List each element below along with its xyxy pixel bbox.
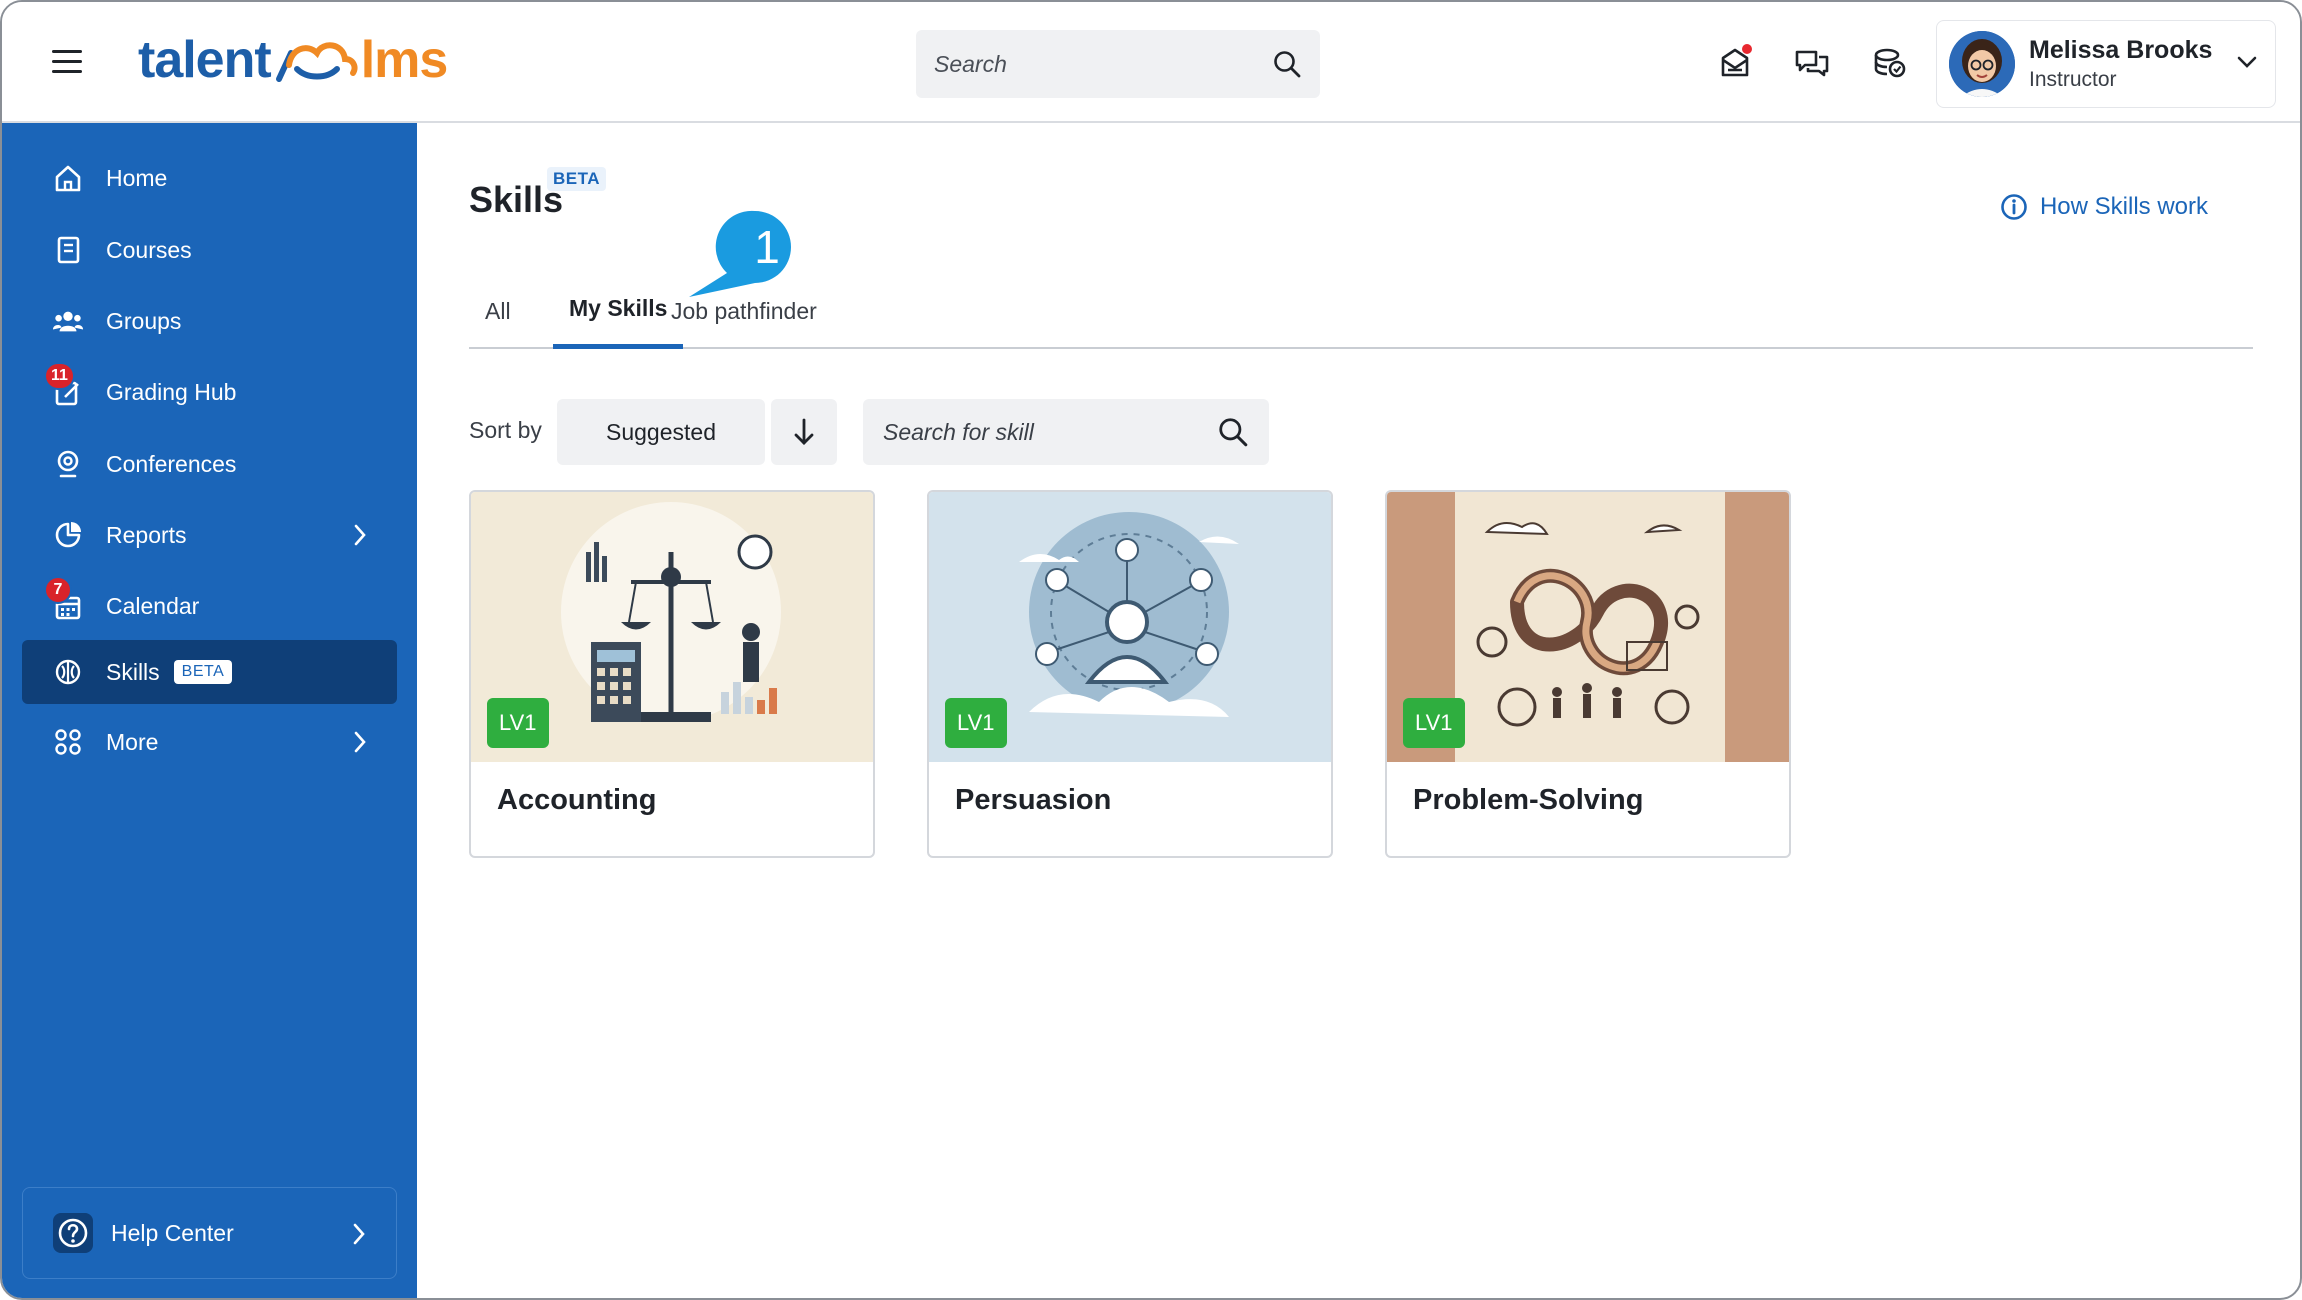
messages-icon[interactable] xyxy=(1794,46,1829,80)
sidebar-item-more[interactable]: More xyxy=(22,710,397,774)
how-link-label: How Skills work xyxy=(2039,193,2208,220)
sidebar: Home Courses Groups 11 Grading Hub Confe… xyxy=(2,123,417,1298)
skill-search-input[interactable] xyxy=(883,418,1217,446)
credits-icon[interactable] xyxy=(1872,46,1906,80)
arrow-down-icon xyxy=(794,418,814,445)
pie-chart-icon xyxy=(52,519,84,551)
user-role: Instructor xyxy=(2029,68,2117,91)
chevron-right-icon xyxy=(353,1223,365,1245)
sidebar-item-calendar[interactable]: 7 Calendar xyxy=(22,574,397,638)
sidebar-item-home[interactable]: Home xyxy=(22,146,397,210)
grading-badge: 11 xyxy=(44,362,75,390)
home-icon xyxy=(52,162,84,194)
sidebar-item-courses[interactable]: Courses xyxy=(22,218,397,282)
callout-number: 1 xyxy=(754,221,780,273)
avatar xyxy=(1949,31,2015,97)
sidebar-item-label: Groups xyxy=(106,307,182,334)
level-badge: LV1 xyxy=(487,698,549,748)
sort-select[interactable]: Suggested xyxy=(557,399,765,465)
sidebar-item-label: Home xyxy=(106,164,168,191)
sidebar-item-label: Courses xyxy=(106,236,192,263)
logo-text-right: lms xyxy=(360,31,449,89)
app-window: talent lms Search Melissa Brooks Instruc… xyxy=(0,0,2302,1300)
book-icon xyxy=(52,234,84,266)
level-badge: LV1 xyxy=(945,698,1007,748)
sort-direction-button[interactable] xyxy=(771,399,837,465)
tab-all[interactable]: All xyxy=(469,273,527,349)
level-badge: LV1 xyxy=(1403,698,1465,748)
help-icon xyxy=(53,1213,93,1253)
step-callout: 1 xyxy=(675,207,825,317)
card-title: Accounting xyxy=(497,784,657,816)
persuasion-illustration: LV1 xyxy=(929,492,1331,762)
webcam-icon xyxy=(52,448,84,480)
brain-icon xyxy=(52,656,84,688)
skill-card-persuasion[interactable]: LV1 Persuasion xyxy=(927,490,1333,858)
sidebar-item-skills[interactable]: Skills BETA xyxy=(22,640,397,704)
how-skills-work-link[interactable]: How Skills work xyxy=(2000,193,2208,221)
calendar-icon: 7 xyxy=(44,576,84,622)
user-name: Melissa Brooks xyxy=(2029,36,2213,64)
help-center-button[interactable]: Help Center xyxy=(22,1187,397,1279)
top-bar: talent lms Search Melissa Brooks Instruc… xyxy=(2,2,2300,123)
chevron-right-icon xyxy=(354,524,366,546)
grading-icon: 11 xyxy=(44,362,84,408)
calendar-badge: 7 xyxy=(44,576,72,604)
talentlms-logo[interactable]: talent lms xyxy=(138,30,449,90)
cloud-logo-icon xyxy=(275,42,358,82)
chevron-down-icon xyxy=(2237,56,2257,68)
sidebar-item-label: Skills xyxy=(106,658,160,685)
help-center-label: Help Center xyxy=(111,1219,234,1246)
inbox-icon[interactable] xyxy=(1718,44,1752,80)
skill-card-problem-solving[interactable]: LV1 Problem-Solving xyxy=(1385,490,1791,858)
sidebar-item-reports[interactable]: Reports xyxy=(22,503,397,567)
sidebar-item-groups[interactable]: Groups xyxy=(22,289,397,353)
card-title: Persuasion xyxy=(955,784,1112,816)
search-icon[interactable] xyxy=(1272,49,1302,79)
menu-icon[interactable] xyxy=(52,50,82,76)
users-icon xyxy=(52,305,84,337)
sidebar-item-label: Calendar xyxy=(106,592,200,619)
search-icon[interactable] xyxy=(1217,416,1249,448)
sidebar-item-conferences[interactable]: Conferences xyxy=(22,432,397,496)
sort-label: Sort by xyxy=(469,417,542,443)
sidebar-item-label: Conferences xyxy=(106,450,237,477)
logo-text-left: talent xyxy=(138,31,272,89)
card-title: Problem-Solving xyxy=(1413,784,1644,816)
beta-badge: BETA xyxy=(173,660,233,684)
global-search xyxy=(916,30,1320,98)
chevron-right-icon xyxy=(354,731,366,753)
title-beta-badge: BETA xyxy=(547,167,607,191)
sidebar-item-label: More xyxy=(106,728,159,755)
main-content: Skills BETA How Skills work All My Skill… xyxy=(417,123,2300,1298)
skill-card-accounting[interactable]: LV1 Accounting xyxy=(469,490,875,858)
user-menu[interactable]: Melissa Brooks Instructor xyxy=(1936,20,2276,108)
sidebar-item-grading-hub[interactable]: 11 Grading Hub xyxy=(22,360,397,424)
notification-dot xyxy=(1742,44,1752,54)
sidebar-item-label: Grading Hub xyxy=(106,378,237,405)
sidebar-item-label: Reports xyxy=(106,521,187,548)
problem-solving-illustration: LV1 xyxy=(1387,492,1789,762)
info-icon xyxy=(2001,194,2027,220)
grid-icon xyxy=(52,726,84,758)
skill-search xyxy=(863,399,1269,465)
global-search-input[interactable] xyxy=(934,50,1272,78)
callout-bubble-icon: 1 xyxy=(689,210,791,297)
accounting-illustration: LV1 xyxy=(471,492,873,762)
